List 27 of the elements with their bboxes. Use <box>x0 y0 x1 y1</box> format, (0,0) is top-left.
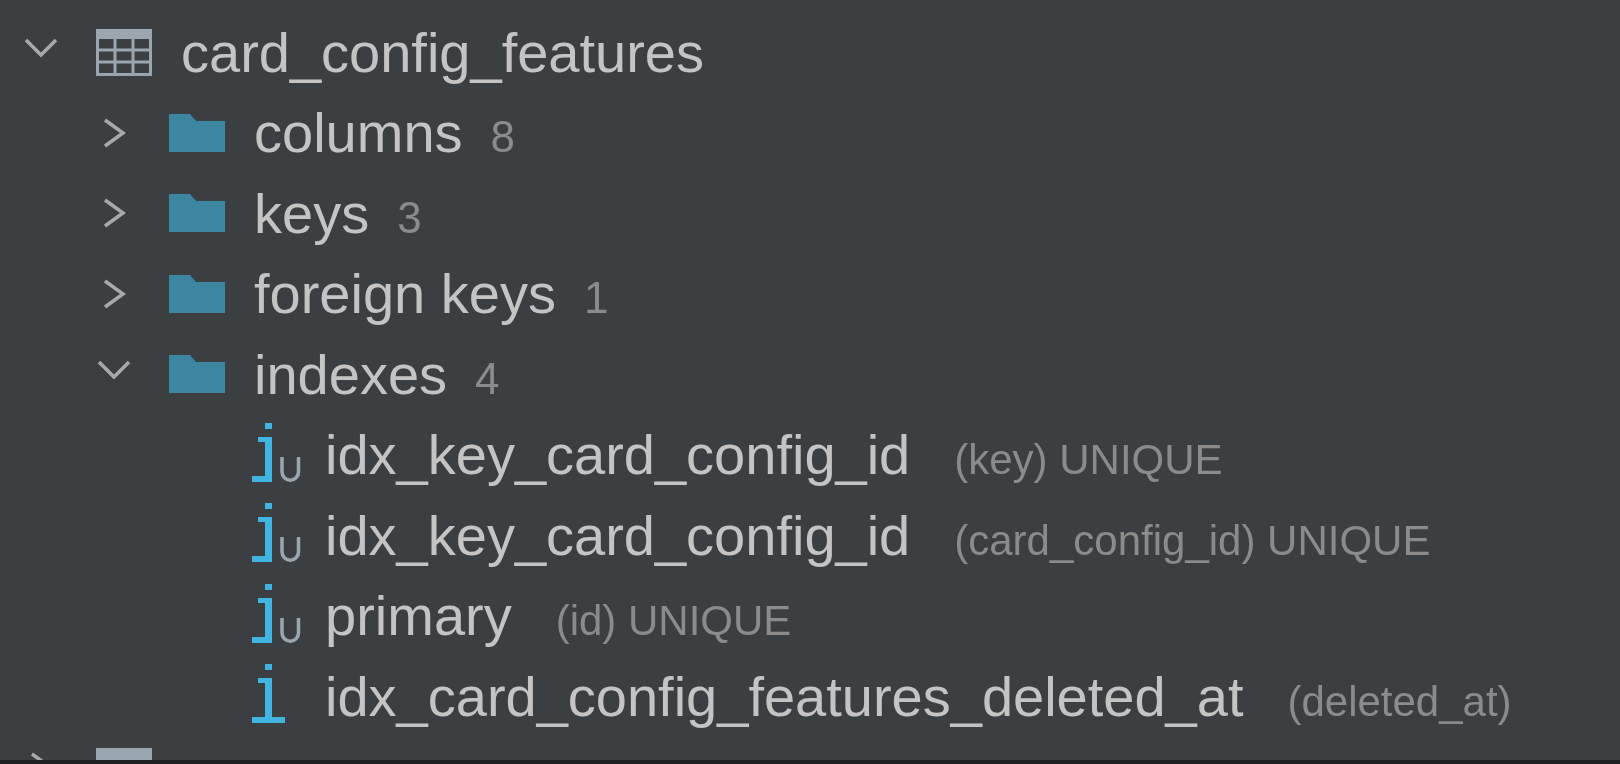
index-details: (card_config_id) UNIQUE <box>954 516 1431 565</box>
index-details: (deleted_at) <box>1287 677 1512 726</box>
folder-icon <box>169 355 225 394</box>
folder-icon <box>169 194 225 233</box>
index-details: (key) UNIQUE <box>954 436 1223 485</box>
item-count: 3 <box>397 192 422 243</box>
node-label[interactable]: primary <box>325 583 512 649</box>
node-label[interactable]: indexes <box>254 341 448 407</box>
item-count: 4 <box>475 353 500 404</box>
node-label[interactable]: idx_key_card_config_id <box>325 502 911 568</box>
node-label[interactable]: foreign keys <box>254 261 556 327</box>
folder-icon <box>169 274 225 313</box>
chevron-right-icon[interactable] <box>102 117 126 148</box>
item-count: 8 <box>490 112 515 163</box>
chevron-right-icon[interactable] <box>102 198 126 229</box>
chevron-down-icon[interactable] <box>24 38 58 59</box>
node-label[interactable]: idx_card_config_features_deleted_at <box>325 663 1244 729</box>
index-details: (id) UNIQUE <box>555 597 792 646</box>
table-icon <box>96 748 152 760</box>
node-label[interactable]: columns <box>254 100 463 166</box>
folder-icon <box>169 113 225 152</box>
node-label[interactable]: keys <box>254 180 370 246</box>
node-label[interactable]: idx_key_card_config_id <box>325 422 911 488</box>
chevron-right-icon[interactable] <box>102 278 126 309</box>
chevron-down-icon[interactable] <box>97 360 131 381</box>
item-count: 1 <box>583 273 609 324</box>
node-label[interactable]: card_config_features <box>181 19 704 85</box>
